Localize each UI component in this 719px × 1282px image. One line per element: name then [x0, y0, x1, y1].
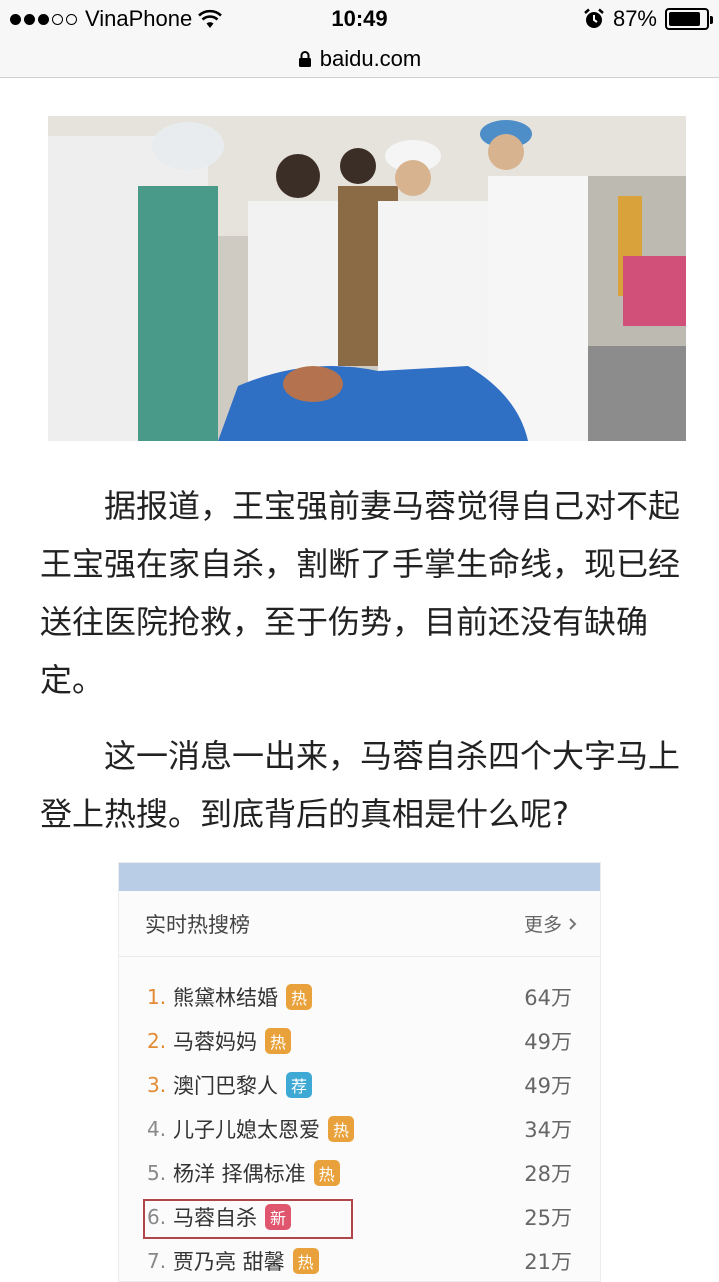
hot-search-rank: 6. [147, 1205, 167, 1229]
hot-search-row: 7. 贾乃亮 甜馨热 21万 [119, 1239, 600, 1281]
hot-search-count: 25万 [524, 1206, 572, 1230]
hot-search-list: 1. 熊黛林结婚热 64万 2. 马蓉妈妈热 49万 3. 澳门巴黎人荐 49万 4. 儿子儿媳太恩… [119, 957, 600, 1281]
hot-search-title: 实时热搜榜 [145, 912, 250, 937]
hot-search-count: 64万 [524, 986, 572, 1010]
hot-search-tag-badge: 新 [265, 1204, 291, 1230]
hot-search-rank: 4. [147, 1117, 167, 1141]
hot-search-count: 34万 [524, 1118, 572, 1142]
article-paragraph-1: 据报道，王宝强前妻马蓉觉得自己对不起王宝强在家自杀，割断了手掌生命线，现已经送往… [40, 487, 681, 699]
hot-search-panel: 实时热搜榜 更多 1. 熊黛林结婚热 64万 2. 马蓉妈妈热 49万 3. 澳门巴黎人荐 49… [118, 862, 601, 1282]
hot-search-rank: 3. [147, 1073, 167, 1097]
hot-search-rank: 1. [147, 985, 167, 1009]
hot-search-count: 28万 [524, 1162, 572, 1186]
hot-search-tag-badge: 热 [265, 1028, 291, 1054]
hot-search-row: 4. 儿子儿媳太恩爱热 34万 [119, 1107, 600, 1151]
battery-percent: 87% [612, 6, 657, 31]
battery-icon [665, 8, 713, 30]
article-photo [48, 116, 686, 441]
hot-search-keyword: 儿子儿媳太恩爱 [173, 1118, 320, 1142]
hot-search-count: 49万 [524, 1030, 572, 1054]
hot-search-keyword: 熊黛林结婚 [173, 986, 278, 1010]
hot-search-rank: 5. [147, 1161, 167, 1185]
hot-search-more-label: 更多 [523, 914, 562, 936]
url-domain: baidu.com [319, 45, 422, 71]
chevron-right-icon [569, 917, 577, 930]
hot-search-keyword: 杨洋 择偶标准 [173, 1162, 306, 1186]
hot-search-rank: 2. [147, 1029, 167, 1053]
url-bar[interactable]: baidu.com [0, 40, 719, 78]
hot-search-row: 5. 杨洋 择偶标准热 28万 [119, 1151, 600, 1195]
status-bar: VinaPhone 10:49 87% [0, 0, 719, 40]
hot-search-header: 实时热搜榜 更多 [119, 891, 600, 957]
article-paragraph-2: 这一消息一出来，马蓉自杀四个大字马上登上热搜。到底背后的真相是什么呢? [40, 737, 681, 833]
hot-search-tag-badge: 热 [286, 984, 312, 1010]
hot-search-keyword: 马蓉自杀 [173, 1206, 257, 1230]
hot-search-row: 6. 马蓉自杀新 25万 [119, 1195, 600, 1239]
alarm-icon [584, 8, 604, 28]
hot-search-row: 3. 澳门巴黎人荐 49万 [119, 1063, 600, 1107]
hot-search-row: 1. 熊黛林结婚热 64万 [119, 975, 600, 1019]
hot-search-tag-badge: 热 [292, 1248, 319, 1274]
hot-search-tag-badge: 热 [328, 1116, 354, 1142]
hot-search-count: 49万 [524, 1074, 572, 1098]
hot-search-top-bar [119, 863, 600, 891]
hot-search-tag-badge: 荐 [286, 1072, 312, 1098]
status-right: 87% [583, 6, 713, 32]
hot-search-keyword: 贾乃亮 甜馨 [173, 1250, 285, 1274]
hospital-scene-image [48, 116, 686, 441]
hot-search-tag-badge: 热 [313, 1160, 340, 1186]
lock-icon [298, 50, 311, 67]
battery-fill [669, 12, 701, 26]
hot-search-count: 21万 [524, 1250, 572, 1274]
hot-search-row: 2. 马蓉妈妈热 49万 [119, 1019, 600, 1063]
hot-search-rank: 7. [147, 1249, 167, 1273]
hot-search-more-link: 更多 [524, 910, 578, 937]
hot-search-keyword: 澳门巴黎人 [173, 1074, 278, 1098]
hot-search-keyword: 马蓉妈妈 [173, 1030, 257, 1054]
